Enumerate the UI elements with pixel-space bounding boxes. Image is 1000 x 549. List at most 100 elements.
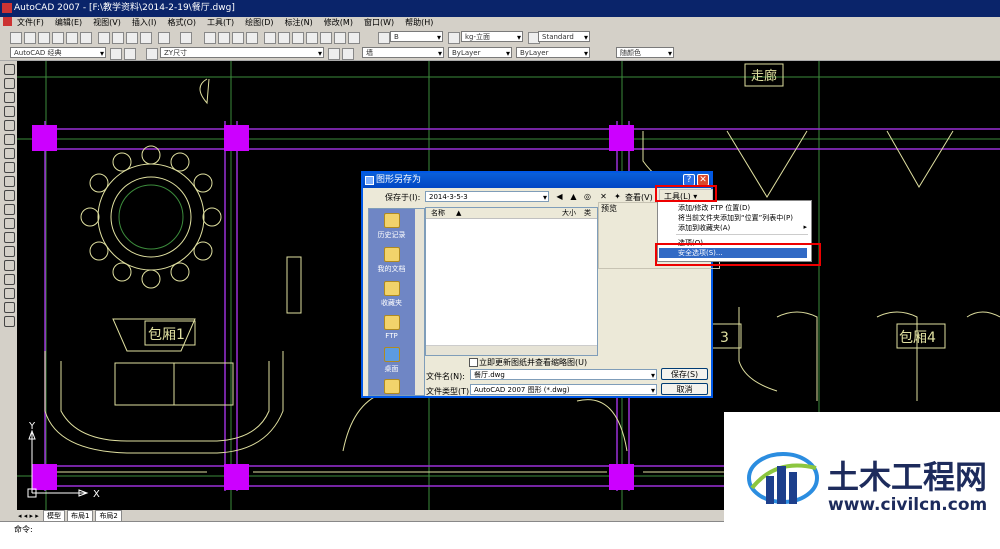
preview-icon[interactable]	[66, 32, 78, 44]
tab-nav-icon[interactable]: ◂ ◂ ▸ ▸	[18, 512, 39, 520]
save-in-combo[interactable]: 2014-3-5-3	[425, 191, 549, 202]
spline-icon[interactable]	[4, 176, 15, 187]
markup-icon[interactable]	[320, 32, 332, 44]
paste-icon[interactable]	[126, 32, 138, 44]
pan-icon[interactable]	[204, 32, 216, 44]
room-label-private-4: 包厢4	[899, 330, 936, 346]
layer-previous-icon[interactable]	[342, 48, 354, 60]
ellipse-arc-icon[interactable]	[4, 204, 15, 215]
menu-modify[interactable]: 修改(M)	[324, 18, 353, 27]
menu-item-ftp-locations[interactable]: 添加/修改 FTP 位置(D)	[678, 203, 750, 213]
make-block-icon[interactable]	[4, 232, 15, 243]
menu-edit[interactable]: 编辑(E)	[55, 18, 82, 27]
zoom-previous-icon[interactable]	[246, 32, 258, 44]
save-button[interactable]: 保存(S)	[661, 368, 708, 380]
text-style-combo[interactable]: B	[390, 31, 443, 42]
tool-palettes-icon[interactable]	[292, 32, 304, 44]
lineweight-combo[interactable]: ByLayer	[516, 47, 590, 58]
menu-item-add-to-favorites[interactable]: 添加到收藏夹(A)	[678, 223, 730, 233]
menu-draw[interactable]: 绘图(D)	[245, 18, 273, 27]
ellipse-icon[interactable]	[4, 190, 15, 201]
zoom-window-icon[interactable]	[232, 32, 244, 44]
dialog-title: 图形另存为	[376, 175, 422, 185]
polyline-icon[interactable]	[4, 92, 15, 103]
new-icon[interactable]	[10, 32, 22, 44]
plotstyle-combo[interactable]: 随颜色	[616, 47, 674, 58]
menu-window[interactable]: 窗口(W)	[364, 18, 394, 27]
menu-separator	[676, 234, 808, 235]
layer-combo[interactable]: ZY尺寸	[160, 47, 324, 58]
table-icon[interactable]	[4, 302, 15, 313]
layer-manager-icon[interactable]	[146, 48, 158, 60]
properties-icon[interactable]	[264, 32, 276, 44]
workspace-settings-icon[interactable]	[110, 48, 122, 60]
sheetset-icon[interactable]	[306, 32, 318, 44]
menu-item-add-to-places[interactable]: 将当前文件夹添加到“位置”列表中(P)	[678, 213, 793, 223]
plot-icon[interactable]	[52, 32, 64, 44]
menu-format[interactable]: 格式(O)	[167, 18, 196, 27]
place-favorites[interactable]: 收藏夹	[369, 281, 414, 308]
save-icon[interactable]	[38, 32, 50, 44]
delete-icon[interactable]: ✕	[599, 192, 608, 201]
zoom-realtime-icon[interactable]	[218, 32, 230, 44]
menu-help[interactable]: 帮助(H)	[405, 18, 433, 27]
workspace-save-icon[interactable]	[124, 48, 136, 60]
make-current-layer-icon[interactable]	[328, 48, 340, 60]
dim-style-combo[interactable]: kg-立面	[461, 31, 523, 42]
publish-icon[interactable]	[80, 32, 92, 44]
place-my-documents[interactable]: 我的文档	[369, 247, 414, 274]
revision-cloud-icon[interactable]	[4, 162, 15, 173]
column-name[interactable]: 名称	[431, 208, 445, 218]
back-icon[interactable]: ◀	[555, 192, 564, 201]
calculator-icon[interactable]	[334, 32, 346, 44]
table-style-combo[interactable]: Standard	[538, 31, 590, 42]
room-label-private-1: 包厢1	[148, 327, 185, 343]
designcenter-icon[interactable]	[278, 32, 290, 44]
update-thumbnail-checkbox[interactable]	[469, 358, 478, 367]
place-buzzsaw[interactable]	[369, 379, 414, 395]
multiline-text-icon[interactable]	[4, 316, 15, 327]
hatch-icon[interactable]	[4, 260, 15, 271]
linetype-combo[interactable]: ByLayer	[448, 47, 512, 58]
filename-input[interactable]: 餐厅.dwg	[470, 369, 657, 380]
point-icon[interactable]	[4, 246, 15, 257]
cancel-button[interactable]: 取消	[661, 383, 708, 395]
up-folder-icon[interactable]: ▲	[569, 192, 578, 201]
gradient-icon[interactable]	[4, 274, 15, 285]
place-desktop[interactable]: 桌面	[369, 347, 414, 374]
redo-icon[interactable]	[180, 32, 192, 44]
menu-insert[interactable]: 插入(I)	[132, 18, 157, 27]
line-icon[interactable]	[4, 64, 15, 75]
file-list-scrollbar[interactable]	[426, 345, 597, 355]
menu-tools[interactable]: 工具(T)	[207, 18, 234, 27]
rectangle-icon[interactable]	[4, 120, 15, 131]
place-history[interactable]: 历史记录	[369, 213, 414, 240]
places-scrollbar[interactable]	[415, 209, 424, 395]
cut-icon[interactable]	[98, 32, 110, 44]
match-properties-icon[interactable]	[140, 32, 152, 44]
column-size[interactable]: 大小	[562, 208, 576, 218]
arc-icon[interactable]	[4, 134, 15, 145]
polygon-icon[interactable]	[4, 106, 15, 117]
sort-arrow-icon: ▲	[456, 209, 462, 217]
workspace-combo[interactable]: AutoCAD 经典	[10, 47, 106, 58]
help-icon[interactable]	[348, 32, 360, 44]
open-icon[interactable]	[24, 32, 36, 44]
undo-icon[interactable]	[158, 32, 170, 44]
construction-line-icon[interactable]	[4, 78, 15, 89]
copy-icon[interactable]	[112, 32, 124, 44]
filetype-select[interactable]: AutoCAD 2007 图形 (*.dwg)	[470, 384, 657, 395]
circle-icon[interactable]	[4, 148, 15, 159]
file-list[interactable]: 名称 ▲ 大小 类	[425, 207, 598, 356]
search-web-icon[interactable]: ◎	[583, 192, 592, 201]
place-ftp[interactable]: FTP	[369, 315, 414, 340]
room-label-3: 3	[720, 330, 729, 346]
region-icon[interactable]	[4, 288, 15, 299]
insert-block-icon[interactable]	[4, 218, 15, 229]
column-type[interactable]: 类	[584, 208, 591, 218]
color-combo[interactable]: 墙	[362, 47, 444, 58]
menu-file[interactable]: 文件(F)	[17, 18, 44, 27]
menu-dimension[interactable]: 标注(N)	[285, 18, 313, 27]
menu-view[interactable]: 视图(V)	[93, 18, 121, 27]
new-folder-icon[interactable]: ✦	[613, 192, 622, 201]
